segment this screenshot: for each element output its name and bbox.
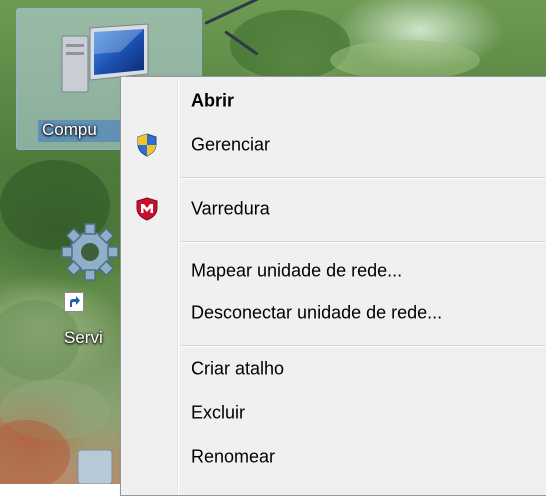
menu-item-label: Varredura [191, 198, 270, 219]
desktop-icon-partial [77, 449, 113, 484]
menu-item-gerenciar[interactable]: Gerenciar [123, 123, 546, 167]
menu-item-label: Excluir [191, 402, 246, 423]
menu-separator [181, 241, 546, 242]
menu-item-abrir[interactable]: Abrir [123, 79, 546, 123]
desktop-icon-label-services[interactable]: Servi [64, 328, 103, 348]
menu-separator [181, 177, 546, 178]
menu-separator [181, 345, 546, 346]
uac-shield-icon [137, 133, 157, 157]
menu-item-label: Criar atalho [191, 358, 285, 379]
context-menu: Abrir Gerenciar Varredura Mapear unidade… [120, 76, 546, 496]
menu-item-label: Abrir [191, 90, 235, 111]
menu-item-mapear-unidade-de-rede[interactable]: Mapear unidade de rede... [123, 249, 546, 293]
gear-icon[interactable] [60, 222, 120, 282]
menu-item-criar-atalho[interactable]: Criar atalho [123, 347, 546, 391]
foliage-blob [330, 40, 480, 80]
menu-item-desconectar-unidade-de-rede[interactable]: Desconectar unidade de rede... [123, 291, 546, 335]
menu-item-varredura[interactable]: Varredura [123, 187, 546, 231]
menu-item-renomear[interactable]: Renomear [123, 435, 546, 479]
menu-item-label: Mapear unidade de rede... [191, 260, 403, 281]
shortcut-arrow-icon [64, 292, 84, 312]
mcafee-shield-icon [136, 197, 158, 221]
desktop-icon-label-computer[interactable]: Compu [42, 120, 97, 140]
menu-item-label: Gerenciar [191, 134, 271, 155]
menu-item-excluir[interactable]: Excluir [123, 391, 546, 435]
menu-item-label: Renomear [191, 446, 276, 467]
menu-item-label: Desconectar unidade de rede... [191, 302, 443, 323]
